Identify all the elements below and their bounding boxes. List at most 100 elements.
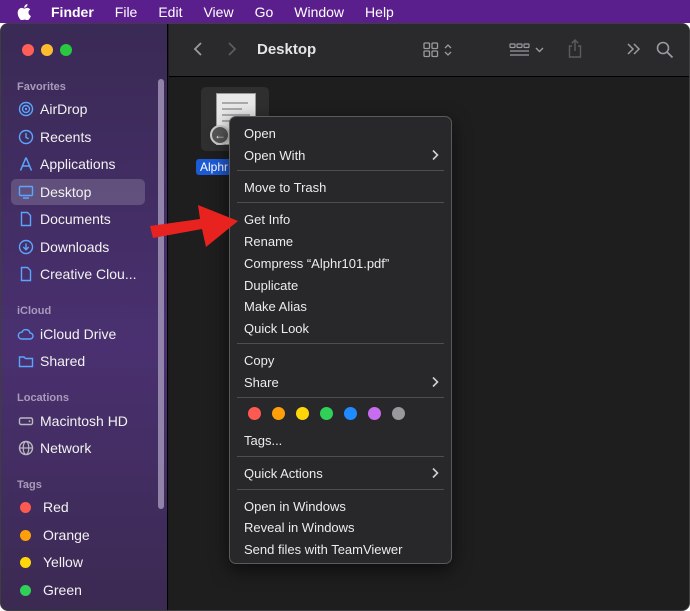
menu-item-compress[interactable]: Compress “Alphr101.pdf” [244,253,439,273]
screen: Finder File Edit View Go Window Help Fav… [0,0,690,611]
alias-arrow-icon: ← [210,125,230,145]
menu-finder[interactable]: Finder [51,4,94,20]
menu-item-label: Get Info [244,211,291,227]
sidebar-tag-red[interactable]: Red [11,494,145,520]
menu-item-make-alias[interactable]: Make Alias [244,296,439,316]
menu-item-quick-look[interactable]: Quick Look [244,318,439,338]
menu-help[interactable]: Help [365,4,394,20]
menu-item-label: Move to Trash [244,179,327,195]
window-controls [22,44,72,56]
tag-color-orange[interactable] [272,407,285,420]
sidebar-item-label: Network [40,440,92,456]
menu-item-label: Reveal in Windows [244,519,355,535]
group-by-icon[interactable] [509,41,547,59]
menu-item-duplicate[interactable]: Duplicate [244,275,439,295]
tag-yellow-dot [20,556,31,568]
menu-item-rename[interactable]: Rename [244,231,439,251]
share-icon[interactable] [567,39,583,59]
sidebar-item-network[interactable]: Network [11,435,145,461]
sidebar-section-locations: Locations [17,392,69,404]
menu-item-open[interactable]: Open [244,123,439,143]
menu-item-label: Quick Look [244,320,310,336]
sidebar-item-recents[interactable]: Recents [11,124,145,150]
sidebar-item-desktop[interactable]: Desktop [11,179,145,205]
tag-color-blue[interactable] [344,407,357,420]
sidebar-item-icloud-drive[interactable]: iCloud Drive [11,321,145,347]
tag-red-dot [20,501,31,513]
tag-color-purple[interactable] [368,407,381,420]
menu-item-label: Send files with TeamViewer [244,541,403,557]
sidebar-item-downloads[interactable]: Downloads [11,234,145,260]
window-title: Desktop [257,41,317,58]
sidebar-item-shared[interactable]: Shared [11,348,145,374]
sidebar-section-tags: Tags [17,479,42,491]
menu-item-open-with[interactable]: Open With [244,145,439,165]
sidebar-item-label: Applications [40,156,116,172]
zoom-button[interactable] [60,44,72,56]
file-icon [17,266,34,283]
menu-separator [237,397,444,398]
tag-green-dot [20,584,31,596]
menu-item-reveal-in-windows[interactable]: Reveal in Windows [244,517,439,537]
sidebar-tag-green[interactable]: Green [11,577,145,603]
sidebar-item-label: Desktop [40,184,92,200]
menu-item-label: Rename [244,233,294,249]
menu-window[interactable]: Window [294,4,344,20]
more-chevrons-icon[interactable] [626,41,642,57]
menu-view[interactable]: View [203,4,233,20]
menu-item-copy[interactable]: Copy [244,350,439,370]
grid-view-icon[interactable] [423,41,457,59]
menu-item-label: Share [244,374,279,390]
sidebar-item-label: iCloud Drive [40,326,117,342]
apple-logo-icon[interactable] [17,3,31,20]
sidebar-item-label: Documents [40,211,111,227]
chevron-right-icon [432,149,439,161]
applications-icon [17,156,34,173]
menu-item-label: Tags... [244,432,283,448]
toolbar: Desktop [169,24,689,77]
menu-file[interactable]: File [115,4,138,20]
menu-item-share[interactable]: Share [244,372,439,392]
menu-separator [237,202,444,203]
menu-item-send-teamviewer[interactable]: Send files with TeamViewer [244,539,439,559]
globe-icon [17,440,34,457]
menu-item-quick-actions[interactable]: Quick Actions [244,463,439,483]
sidebar-item-label: Orange [43,527,90,543]
menu-item-open-in-windows[interactable]: Open in Windows [244,496,439,516]
back-arrow-icon[interactable] [193,41,203,57]
chevron-right-icon [432,467,439,479]
sidebar-tag-yellow[interactable]: Yellow [11,549,145,575]
search-icon[interactable] [656,41,674,59]
menu-separator [237,343,444,344]
cloud-icon [17,326,34,343]
sidebar-item-documents[interactable]: Documents [11,206,145,232]
file-name-label[interactable]: Alphr [196,159,233,175]
menu-item-get-info[interactable]: Get Info [244,209,439,229]
sidebar-scrollbar[interactable] [158,79,164,509]
menu-item-label: Open in Windows [244,498,346,514]
sidebar-section-favorites: Favorites [17,81,66,93]
sidebar-item-macintosh-hd[interactable]: Macintosh HD [11,408,145,434]
sidebar-section-icloud: iCloud [17,305,52,317]
tag-color-red[interactable] [248,407,261,420]
tag-color-gray[interactable] [392,407,405,420]
menu-item-label: Open With [244,147,306,163]
tag-color-yellow[interactable] [296,407,309,420]
menu-item-move-to-trash[interactable]: Move to Trash [244,177,439,197]
clock-icon [17,129,34,146]
sidebar: Favorites AirDrop Recents Applications D… [1,24,168,610]
close-button[interactable] [22,44,34,56]
sidebar-item-creative-cloud[interactable]: Creative Clou... [11,261,145,287]
minimize-button[interactable] [41,44,53,56]
menu-item-label: Quick Actions [244,465,323,481]
sidebar-item-airdrop[interactable]: AirDrop [11,96,145,122]
forward-arrow-icon[interactable] [227,41,237,57]
menu-item-label: Make Alias [244,298,307,314]
menu-go[interactable]: Go [255,4,274,20]
sidebar-item-applications[interactable]: Applications [11,151,145,177]
sidebar-tag-orange[interactable]: Orange [11,522,145,548]
tag-color-green[interactable] [320,407,333,420]
sidebar-item-label: Yellow [43,554,83,570]
menu-edit[interactable]: Edit [158,4,182,20]
menu-item-tags[interactable]: Tags... [244,430,439,450]
